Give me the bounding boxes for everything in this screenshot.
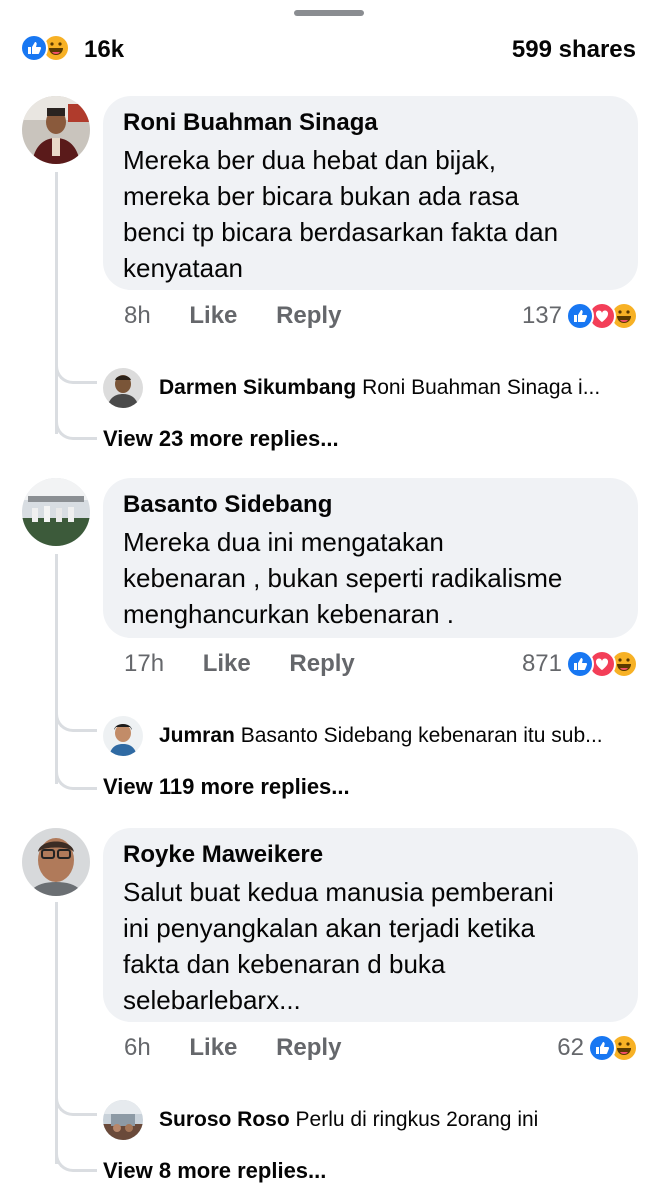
reply-button[interactable]: Reply	[276, 1034, 341, 1061]
commenter-name[interactable]: Roni Buahman Sinaga	[123, 108, 618, 138]
like-button[interactable]: Like	[189, 1034, 237, 1061]
comment-line: ini penyangkalan akan terjadi ketika	[123, 913, 535, 943]
reply-snippet: Perlu di ringkus 2orang ini	[295, 1108, 539, 1131]
reply-preview[interactable]: Suroso Roso Perlu di ringkus 2orang ini	[103, 1100, 638, 1140]
reply-author[interactable]: Darmen Sikumbang	[159, 376, 356, 399]
comment-meta: 8h Like Reply	[124, 302, 373, 330]
comment-meta: 17h Like Reply	[124, 650, 387, 678]
comment-line: fakta dan kebenaran d buka	[123, 949, 446, 979]
reaction-count: 871	[521, 650, 562, 677]
comment-reactions[interactable]: 871	[522, 648, 638, 680]
view-more-replies[interactable]: View 8 more replies...	[103, 1158, 326, 1184]
avatar[interactable]	[103, 716, 143, 756]
comment-reactions[interactable]: 62	[557, 1032, 638, 1064]
reply-snippet: Basanto Sidebang kebenaran itu sub...	[240, 724, 603, 747]
thread-line	[55, 554, 58, 784]
reply-snippet: Roni Buahman Sinaga i...	[362, 376, 601, 399]
comment-line: kenyataan	[123, 253, 243, 283]
reply-preview[interactable]: Jumran Basanto Sidebang kebenaran itu su…	[103, 716, 638, 756]
like-icon	[588, 1034, 616, 1062]
view-more-replies[interactable]: View 23 more replies...	[103, 426, 339, 452]
comment-meta: 6h Like Reply	[124, 1034, 373, 1062]
comment-bubble[interactable]: Basanto Sidebang Mereka dua ini mengatak…	[103, 478, 638, 638]
comment-text: Mereka ber dua hebat dan bijak, mereka b…	[123, 142, 618, 286]
comment-reactions[interactable]: 137	[522, 300, 638, 332]
like-icon	[20, 34, 48, 62]
comment-time: 8h	[124, 302, 151, 329]
view-more-replies[interactable]: View 119 more replies...	[103, 774, 350, 800]
comment-line: kebenaran , bukan seperti radikalisme	[123, 563, 563, 593]
like-button[interactable]: Like	[203, 650, 251, 677]
comment-text: Mereka dua ini mengatakan kebenaran , bu…	[123, 524, 618, 632]
thread-connector	[55, 770, 97, 790]
reply-text: Darmen Sikumbang Roni Buahman Sinaga i..…	[159, 376, 635, 400]
reply-button[interactable]: Reply	[276, 302, 341, 329]
reply-author[interactable]: Jumran	[159, 724, 235, 747]
comment-line: mereka ber bicara bukan ada rasa	[123, 181, 520, 211]
like-icon	[566, 650, 594, 678]
comment-line: menghancurkan kebenaran .	[123, 599, 455, 629]
comment-line: Mereka ber dua hebat dan bijak,	[123, 145, 496, 175]
avatar[interactable]	[22, 828, 90, 896]
comment-line: benci tp bicara berdasarkan fakta dan	[123, 217, 559, 247]
comment-line: Mereka dua ini mengatakan	[123, 527, 444, 557]
thread-line	[55, 902, 58, 1164]
avatar[interactable]	[22, 478, 90, 546]
reaction-summary: 16k 599 shares	[0, 28, 658, 72]
shares-count[interactable]: 599 shares	[512, 36, 636, 64]
reply-author[interactable]: Suroso Roso	[159, 1108, 290, 1131]
reaction-count: 62	[557, 1034, 584, 1061]
reply-text: Jumran Basanto Sidebang kebenaran itu su…	[159, 724, 635, 748]
drag-handle[interactable]	[294, 10, 364, 16]
reply-preview[interactable]: Darmen Sikumbang Roni Buahman Sinaga i..…	[103, 368, 638, 408]
like-icon	[566, 302, 594, 330]
thread-connector	[55, 364, 97, 384]
reply-button[interactable]: Reply	[289, 650, 354, 677]
comment-bubble[interactable]: Roni Buahman Sinaga Mereka ber dua hebat…	[103, 96, 638, 290]
avatar[interactable]	[22, 96, 90, 164]
commenter-name[interactable]: Royke Maweikere	[123, 840, 618, 870]
reaction-count[interactable]: 16k	[84, 36, 124, 64]
comment-time: 6h	[124, 1034, 151, 1061]
thread-connector	[55, 1096, 97, 1116]
thread-connector	[55, 1152, 97, 1172]
reply-text: Suroso Roso Perlu di ringkus 2orang ini	[159, 1108, 635, 1132]
thread-line	[55, 172, 58, 434]
thread-connector	[55, 712, 97, 732]
commenter-name[interactable]: Basanto Sidebang	[123, 490, 618, 520]
comment-text: Salut buat kedua manusia pemberani ini p…	[123, 874, 618, 1018]
comment-line: selebarlebarx...	[123, 985, 301, 1015]
avatar[interactable]	[103, 368, 143, 408]
avatar[interactable]	[103, 1100, 143, 1140]
comment-time: 17h	[124, 650, 165, 677]
reaction-icons[interactable]	[20, 34, 80, 64]
reaction-count: 137	[521, 302, 562, 329]
comment-bubble[interactable]: Royke Maweikere Salut buat kedua manusia…	[103, 828, 638, 1022]
like-button[interactable]: Like	[189, 302, 237, 329]
comment-line: Salut buat kedua manusia pemberani	[123, 877, 554, 907]
thread-connector	[55, 420, 97, 440]
